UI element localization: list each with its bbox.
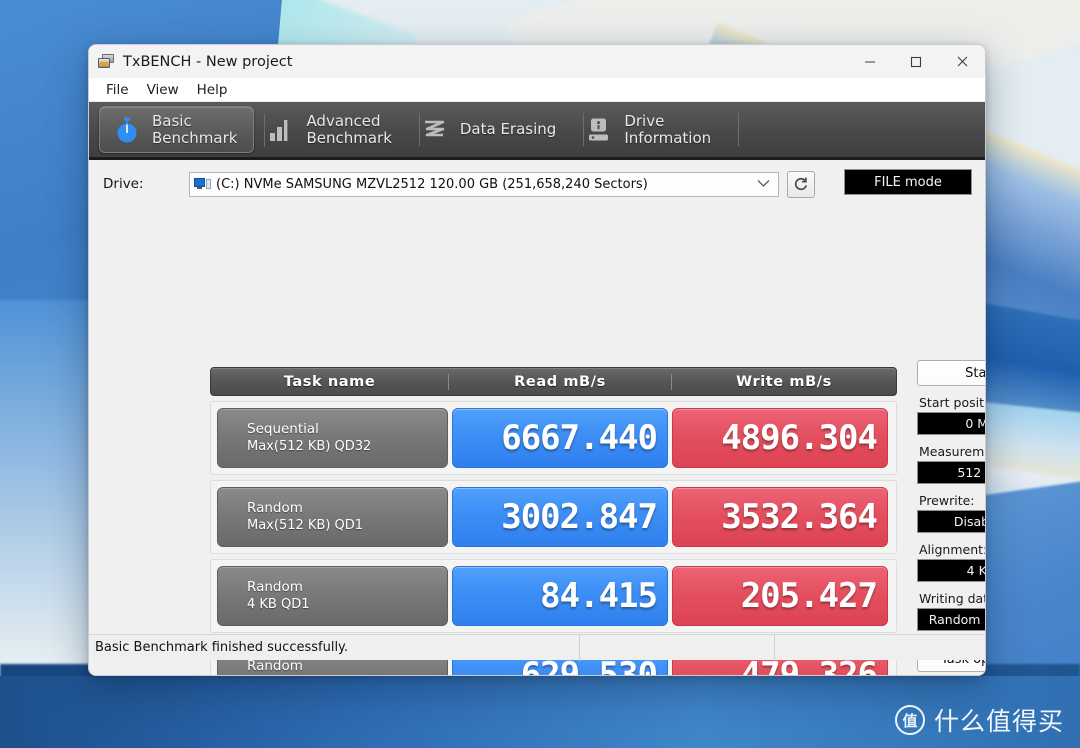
status-message: Basic Benchmark finished successfully. <box>89 635 580 661</box>
window-title: TxBENCH - New project <box>123 54 292 70</box>
watermark: 值 什么值得买 <box>895 702 1064 738</box>
task-name-line1: Random <box>247 579 447 596</box>
read-value: 3002.847 <box>452 487 668 547</box>
results-header-row: Task name Read mB/s Write mB/s <box>210 367 897 396</box>
benchmark-results: Task name Read mB/s Write mB/s Sequentia… <box>210 367 897 676</box>
writing-data-label: Writing data: <box>919 591 986 606</box>
start-button[interactable]: Start <box>917 360 986 386</box>
task-name-line2: Max(512 KB) QD32 <box>247 438 447 455</box>
zigzag-erase-icon <box>420 115 450 145</box>
maximize-icon[interactable] <box>893 45 939 78</box>
drive-label: Drive: <box>103 176 189 192</box>
task-name-line2: 4 KB QD32 <box>247 675 447 676</box>
drive-select[interactable]: (C:) NVMe SAMSUNG MZVL2512 120.00 GB (25… <box>189 172 779 197</box>
window-controls <box>847 45 985 78</box>
window-titlebar[interactable]: TxBENCH - New project <box>89 45 985 78</box>
task-name-cell: Random Max(512 KB) QD1 <box>217 487 448 547</box>
write-value: 4896.304 <box>672 408 888 468</box>
menu-item-file[interactable]: File <box>97 80 138 100</box>
table-row: Random 4 KB QD1 84.415 205.427 <box>210 559 897 633</box>
read-value: 84.415 <box>452 566 668 626</box>
stopwatch-icon <box>112 115 142 145</box>
tab-drive-information-label: Drive Information <box>624 113 711 147</box>
alignment-label: Alignment: <box>919 542 986 557</box>
refresh-icon[interactable] <box>787 171 815 198</box>
tab-data-erasing[interactable]: Data Erasing <box>408 106 572 153</box>
close-icon[interactable] <box>939 45 985 78</box>
status-cell-2 <box>580 635 775 661</box>
column-header-read: Read mB/s <box>448 374 671 390</box>
write-value: 3532.364 <box>672 487 888 547</box>
tabstrip: Basic Benchmark Advanced Benchmark <box>89 102 985 160</box>
measurement-size-label: Measurement size: <box>919 444 986 459</box>
drive-selector-row: Drive: (C:) NVMe SAMSUNG MZVL2512 120.00… <box>89 165 985 203</box>
tab-basic-benchmark-label: Basic Benchmark <box>152 113 237 147</box>
tab-basic-benchmark[interactable]: Basic Benchmark <box>99 106 254 153</box>
tab-advanced-benchmark[interactable]: Advanced Benchmark <box>254 106 407 153</box>
menu-item-view[interactable]: View <box>138 80 188 100</box>
desktop-background: TxBENCH - New project File View Help <box>0 0 1080 748</box>
start-position-value[interactable]: 0 MB <box>917 412 986 435</box>
menu-item-help[interactable]: Help <box>188 80 237 100</box>
tab-advanced-benchmark-label: Advanced Benchmark <box>306 113 391 147</box>
writing-data-value[interactable]: Random number <box>917 608 986 631</box>
drive-info-icon <box>584 115 614 145</box>
watermark-badge: 值 <box>895 705 925 735</box>
task-name-line2: Max(512 KB) QD1 <box>247 517 447 534</box>
read-value: 6667.440 <box>452 408 668 468</box>
task-name-cell: Sequential Max(512 KB) QD32 <box>217 408 448 468</box>
write-value: 205.427 <box>672 566 888 626</box>
task-name-line1: Random <box>247 500 447 517</box>
table-row: Sequential Max(512 KB) QD32 6667.440 489… <box>210 401 897 475</box>
column-header-task-name: Task name <box>211 374 448 390</box>
task-name-line1: Random <box>247 658 447 675</box>
drive-select-value: (C:) NVMe SAMSUNG MZVL2512 120.00 GB (25… <box>216 177 648 192</box>
tab-drive-information[interactable]: Drive Information <box>572 106 727 153</box>
prewrite-value[interactable]: Disabled <box>917 510 986 533</box>
drive-monitor-icon <box>194 177 212 191</box>
tab-data-erasing-label: Data Erasing <box>460 121 556 138</box>
options-panel: Start Start position: 0 MB Measurement s… <box>917 360 986 676</box>
watermark-text: 什么值得买 <box>934 702 1064 738</box>
status-cell-3 <box>775 635 985 661</box>
chevron-down-icon[interactable] <box>757 175 770 193</box>
prewrite-label: Prewrite: <box>919 493 986 508</box>
task-name-line1: Sequential <box>247 421 447 438</box>
bar-chart-icon <box>266 115 296 145</box>
main-content: Drive: (C:) NVMe SAMSUNG MZVL2512 120.00… <box>89 165 985 660</box>
txbench-app-icon <box>98 54 115 69</box>
task-name-cell: Random 4 KB QD1 <box>217 566 448 626</box>
table-row: Random Max(512 KB) QD1 3002.847 3532.364 <box>210 480 897 554</box>
start-position-label: Start position: <box>919 395 986 410</box>
file-mode-button[interactable]: FILE mode <box>844 169 972 195</box>
txbench-window: TxBENCH - New project File View Help <box>88 44 986 676</box>
minimize-icon[interactable] <box>847 45 893 78</box>
statusbar: Basic Benchmark finished successfully. <box>89 634 985 660</box>
measurement-size-value[interactable]: 512 MB <box>917 461 986 484</box>
menubar: File View Help <box>89 78 985 102</box>
task-name-line2: 4 KB QD1 <box>247 596 447 613</box>
column-header-write: Write mB/s <box>671 374 896 390</box>
alignment-value[interactable]: 4 KB <box>917 559 986 582</box>
